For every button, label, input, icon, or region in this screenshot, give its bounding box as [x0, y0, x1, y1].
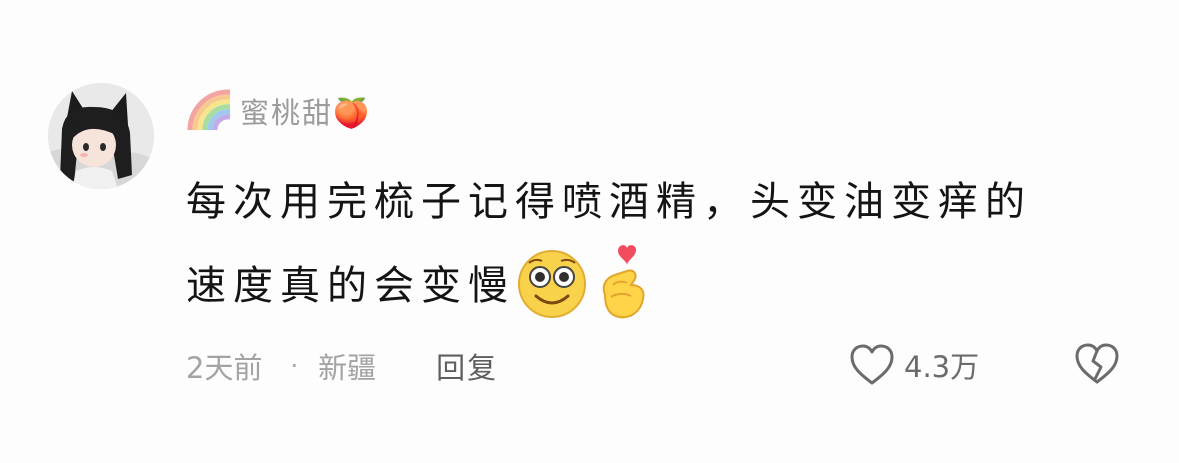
comment-time: 2天前: [186, 351, 263, 385]
smile-emoji-icon: [518, 250, 586, 318]
comment-content-line-1: 每次用完梳子记得喷酒精，头变油变痒的: [186, 179, 1032, 225]
reply-button[interactable]: 回复: [436, 345, 498, 387]
broken-heart-outline-icon: [1075, 343, 1119, 384]
comment-content-line-2-wrap: 速度真的会变慢: [186, 244, 1146, 328]
comment-content: 每次用完梳子记得喷酒精，头变油变痒的 速度真的会变慢: [186, 160, 1146, 328]
username[interactable]: 蜜桃甜🍑: [240, 90, 371, 132]
dislike-button[interactable]: [1073, 341, 1121, 387]
comment-meta: 2天前 · 新疆 回复: [186, 342, 498, 390]
comment-item: 蜜桃甜🍑 每次用完梳子记得喷酒精，头变油变痒的 速度真的会变慢 2天前 · 新疆…: [0, 0, 1179, 463]
rainbow-icon: [187, 89, 231, 131]
finger-heart-emoji-icon: [602, 245, 645, 319]
comment-location: 新疆: [318, 351, 377, 385]
heart-outline-icon: [850, 344, 894, 385]
meta-separator: ·: [290, 352, 299, 380]
avatar[interactable]: [48, 83, 154, 189]
like-button[interactable]: 4.3万: [848, 340, 979, 390]
like-count: 4.3万: [904, 350, 980, 384]
comment-content-line-2: 速度真的会变慢: [186, 263, 515, 309]
username-row: 蜜桃甜🍑: [186, 86, 371, 136]
